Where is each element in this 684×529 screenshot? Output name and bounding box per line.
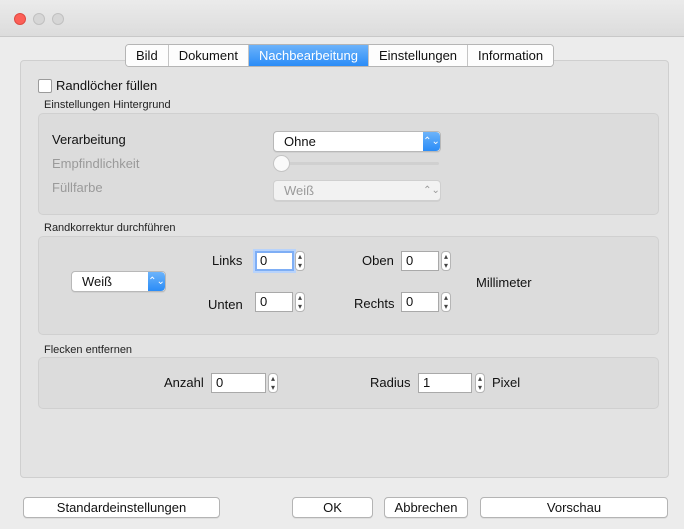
count-stepper-icon[interactable]: ▴ ▾ bbox=[268, 373, 278, 393]
tab-bild[interactable]: Bild bbox=[126, 45, 169, 66]
count-label: Anzahl bbox=[164, 375, 204, 390]
edge-group-title: Randkorrektur durchführen bbox=[44, 222, 176, 234]
chevron-up-down-icon: ⌃⌄ bbox=[423, 132, 440, 151]
defaults-button[interactable]: Standardeinstellungen bbox=[23, 497, 220, 518]
right-stepper-icon[interactable]: ▴ ▾ bbox=[441, 292, 451, 312]
left-input[interactable]: 0 bbox=[255, 251, 294, 271]
fill-holes-label: Randlöcher füllen bbox=[56, 78, 158, 93]
radius-input[interactable]: 1 bbox=[418, 373, 472, 393]
chevron-up-down-icon: ⌃⌄ bbox=[423, 185, 440, 196]
ok-button[interactable]: OK bbox=[292, 497, 373, 518]
sensitivity-label: Empfindlichkeit bbox=[52, 156, 140, 171]
bottom-input[interactable]: 0 bbox=[255, 292, 293, 312]
sensitivity-slider-track bbox=[278, 162, 439, 165]
count-input[interactable]: 0 bbox=[211, 373, 266, 393]
processing-select[interactable]: Ohne ⌃⌄ bbox=[273, 131, 441, 152]
window-zoom-button[interactable] bbox=[52, 13, 64, 25]
right-label: Rechts bbox=[354, 296, 395, 311]
spots-group-box bbox=[38, 357, 659, 409]
fill-color-label: Füllfarbe bbox=[52, 180, 103, 195]
top-label: Oben bbox=[362, 253, 394, 268]
spots-group-title: Flecken entfernen bbox=[44, 344, 133, 356]
window-close-button[interactable] bbox=[14, 13, 26, 25]
top-input[interactable]: 0 bbox=[401, 251, 439, 271]
bottom-label: Unten bbox=[208, 297, 243, 312]
fill-holes-checkbox[interactable] bbox=[38, 79, 52, 93]
millimeter-label: Millimeter bbox=[476, 275, 532, 290]
chevron-up-down-icon: ⌃⌄ bbox=[148, 272, 165, 291]
right-input[interactable]: 0 bbox=[401, 292, 439, 312]
fill-color-select[interactable]: Weiß ⌃⌄ bbox=[273, 180, 441, 201]
preview-button[interactable]: Vorschau bbox=[480, 497, 668, 518]
radius-stepper-icon[interactable]: ▴ ▾ bbox=[475, 373, 485, 393]
sensitivity-slider-knob[interactable] bbox=[273, 155, 290, 172]
processing-value: Ohne bbox=[284, 134, 316, 149]
window-minimize-button[interactable] bbox=[33, 13, 45, 25]
edge-color-value: Weiß bbox=[82, 274, 113, 289]
tab-dokument[interactable]: Dokument bbox=[168, 45, 249, 66]
title-bar bbox=[0, 0, 684, 37]
edge-color-select[interactable]: Weiß ⌃⌄ bbox=[71, 271, 166, 292]
tab-information[interactable]: Information bbox=[468, 45, 554, 66]
cancel-button[interactable]: Abbrechen bbox=[384, 497, 468, 518]
left-stepper-icon[interactable]: ▴ ▾ bbox=[295, 251, 305, 271]
tab-einstellungen[interactable]: Einstellungen bbox=[368, 45, 469, 66]
left-label: Links bbox=[212, 253, 243, 268]
fill-color-value: Weiß bbox=[284, 183, 315, 198]
tab-bar: Bild Dokument Nachbearbeitung Einstellun… bbox=[125, 44, 555, 67]
radius-label: Radius bbox=[370, 375, 411, 390]
background-group-title: Einstellungen Hintergrund bbox=[44, 99, 171, 111]
top-stepper-icon[interactable]: ▴ ▾ bbox=[441, 251, 451, 271]
bottom-stepper-icon[interactable]: ▴ ▾ bbox=[295, 292, 305, 312]
pixel-label: Pixel bbox=[492, 375, 521, 390]
tab-nachbearbeitung[interactable]: Nachbearbeitung bbox=[248, 45, 369, 66]
processing-label: Verarbeitung bbox=[52, 132, 126, 147]
